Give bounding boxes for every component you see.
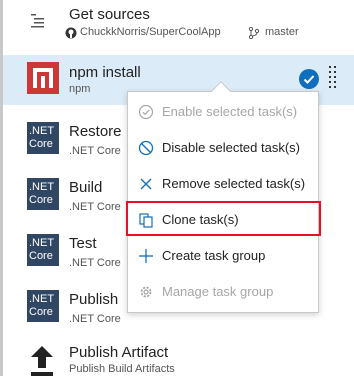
plus-icon bbox=[139, 249, 153, 263]
task-name: Publish Artifact bbox=[69, 344, 169, 361]
get-sources-row[interactable]: Get sources ChuckkNorris/SuperCoolApp ma… bbox=[3, 0, 354, 56]
dotnet-core-icon: .NET Core bbox=[27, 178, 59, 210]
branch-icon bbox=[249, 27, 259, 39]
list-icon bbox=[31, 14, 44, 28]
task-name: npm install bbox=[69, 64, 141, 81]
menu-item-remove-tasks[interactable]: Remove selected task(s) bbox=[128, 166, 318, 202]
dotnet-core-icon: .NET Core bbox=[27, 234, 59, 266]
get-sources-title: Get sources bbox=[69, 6, 150, 23]
highlight-box bbox=[126, 201, 321, 236]
repo-name: ChuckkNorris/SuperCoolApp bbox=[80, 26, 221, 38]
menu-item-label: Manage task group bbox=[162, 284, 274, 299]
task-name: Publish bbox=[69, 291, 119, 308]
blocked-circle-icon bbox=[138, 140, 154, 156]
branch-name: master bbox=[265, 26, 299, 38]
menu-item-label: Remove selected task(s) bbox=[162, 176, 306, 191]
task-name: Test bbox=[69, 235, 97, 252]
task-name: Restore bbox=[69, 123, 122, 140]
menu-item-enable-tasks[interactable]: Enable selected task(s) bbox=[128, 94, 318, 130]
dotnet-core-icon: .NET Core bbox=[27, 122, 59, 154]
drag-handle-icon[interactable] bbox=[329, 66, 337, 88]
npm-icon bbox=[27, 62, 59, 94]
task-subtitle: Publish Build Artifacts bbox=[69, 363, 175, 375]
task-name: Build bbox=[69, 179, 103, 196]
menu-item-disable-tasks[interactable]: Disable selected task(s) bbox=[128, 130, 318, 166]
upload-arrow-icon bbox=[31, 346, 53, 376]
task-subtitle: .NET Core bbox=[69, 313, 121, 325]
gear-icon bbox=[140, 286, 152, 298]
check-circle-icon bbox=[138, 104, 154, 120]
selected-check-icon[interactable] bbox=[299, 69, 319, 89]
menu-item-label: Disable selected task(s) bbox=[162, 140, 300, 155]
menu-item-create-task-group[interactable]: Create task group bbox=[128, 238, 318, 274]
menu-item-label: Create task group bbox=[162, 248, 266, 263]
task-subtitle: .NET Core bbox=[69, 201, 121, 213]
task-subtitle: .NET Core bbox=[69, 145, 121, 157]
menu-item-label: Enable selected task(s) bbox=[162, 104, 298, 119]
task-subtitle: npm bbox=[69, 83, 91, 95]
task-subtitle: .NET Core bbox=[69, 257, 121, 269]
dotnet-core-icon: .NET Core bbox=[27, 290, 59, 322]
menu-item-manage-task-group[interactable]: Manage task group bbox=[128, 274, 318, 310]
close-icon bbox=[140, 178, 152, 190]
github-icon bbox=[65, 27, 77, 39]
task-row-publish-artifact[interactable]: Publish Artifact Publish Build Artifacts bbox=[3, 338, 354, 376]
